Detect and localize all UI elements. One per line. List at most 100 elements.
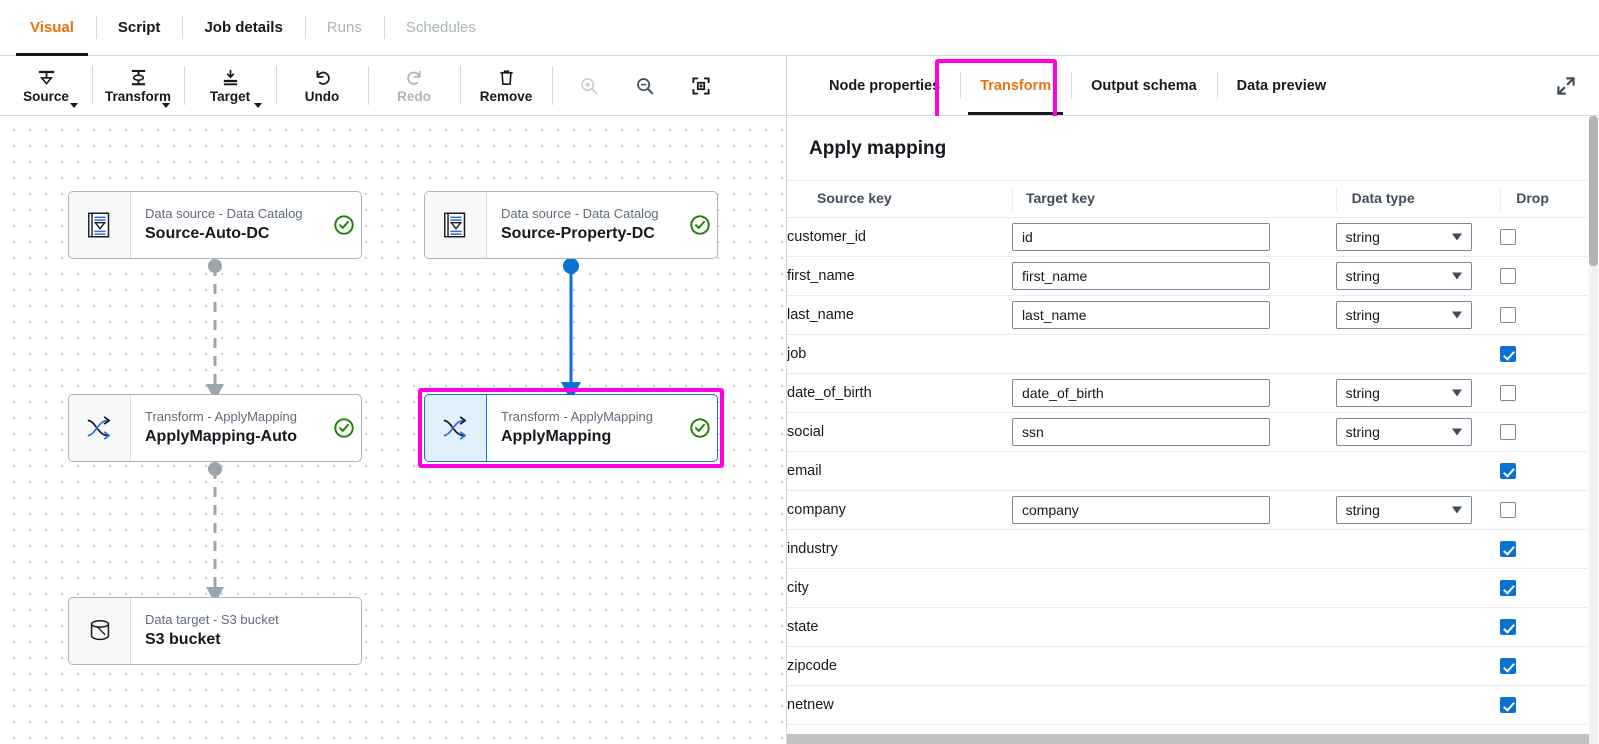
- tab-node-properties[interactable]: Node properties: [809, 56, 960, 115]
- table-row: customer_id string: [787, 217, 1588, 257]
- target-key-input[interactable]: [1011, 418, 1270, 446]
- node-title: ApplyMapping: [501, 427, 612, 445]
- target-key-input[interactable]: [1011, 301, 1270, 329]
- tab-schedules-label: Schedules: [405, 19, 476, 36]
- source-key-cell: social: [787, 412, 1012, 452]
- undo-button[interactable]: Undo: [276, 56, 368, 115]
- table-row: industry: [787, 529, 1588, 569]
- drop-checkbox[interactable]: [1500, 346, 1517, 362]
- vertical-scrollbar-thumb[interactable]: [1589, 116, 1598, 266]
- table-row: first_name string: [787, 256, 1588, 296]
- tab-job-details[interactable]: Job details: [182, 0, 304, 55]
- trash-icon: [497, 68, 516, 87]
- redo-icon: [405, 68, 424, 87]
- node-s3-bucket[interactable]: Data target - S3 bucket S3 bucket: [68, 597, 362, 665]
- node-source-auto-dc-text: Data source - Data Catalog Source-Auto-D…: [131, 192, 327, 258]
- page-title: Apply mapping: [787, 116, 1588, 180]
- tab-job-details-label: Job details: [204, 19, 283, 36]
- drop-cell: [1500, 607, 1588, 647]
- data-type-select[interactable]: string: [1335, 496, 1472, 524]
- target-key-cell: [1011, 373, 1336, 413]
- data-type-select[interactable]: string: [1335, 379, 1472, 407]
- tab-transform[interactable]: Transform: [960, 56, 1071, 115]
- remove-button[interactable]: Remove: [460, 56, 552, 115]
- data-type-cell: [1335, 451, 1501, 491]
- horizontal-scrollbar-thumb[interactable]: [787, 734, 1589, 744]
- drop-checkbox[interactable]: [1500, 268, 1517, 284]
- drop-checkbox[interactable]: [1500, 463, 1517, 479]
- column-header-target-key: Target key: [1011, 180, 1336, 218]
- node-subtitle: Data source - Data Catalog: [501, 206, 659, 222]
- node-applymapping[interactable]: Transform - ApplyMapping ApplyMapping: [424, 394, 718, 462]
- data-type-select[interactable]: string: [1335, 262, 1472, 290]
- node-source-auto-dc[interactable]: Data source - Data Catalog Source-Auto-D…: [68, 191, 362, 259]
- apply-mapping-icon: [69, 395, 131, 461]
- job-canvas[interactable]: Data source - Data Catalog Source-Auto-D…: [0, 116, 786, 744]
- target-key-cell: [1011, 295, 1336, 335]
- node-status-valid-icon: [683, 192, 717, 258]
- drop-checkbox[interactable]: [1500, 619, 1517, 635]
- drop-checkbox[interactable]: [1500, 229, 1517, 245]
- source-key-cell: job: [787, 334, 1012, 374]
- tab-output-schema[interactable]: Output schema: [1071, 56, 1217, 115]
- source-key-cell: netnew: [787, 685, 1012, 725]
- data-type-cell: string: [1335, 373, 1501, 413]
- tab-script[interactable]: Script: [95, 0, 183, 55]
- target-key-input[interactable]: [1011, 496, 1270, 524]
- panel-tab-bar: Node properties Transform Output schema …: [787, 56, 1599, 121]
- tab-data-preview-label: Data preview: [1236, 77, 1327, 94]
- drop-checkbox[interactable]: [1500, 697, 1517, 713]
- target-button-label: Target: [209, 88, 251, 104]
- mapping-table: Source key Target key Data type Drop cus…: [787, 180, 1588, 725]
- source-key-cell: email: [787, 451, 1012, 491]
- transform-button[interactable]: Transform: [92, 56, 184, 115]
- tab-script-label: Script: [117, 19, 161, 36]
- drop-checkbox[interactable]: [1500, 658, 1517, 674]
- column-header-drop: Drop: [1500, 180, 1588, 218]
- target-key-input[interactable]: [1011, 379, 1270, 407]
- details-panel: Node properties Transform Output schema …: [787, 56, 1599, 744]
- vertical-scrollbar[interactable]: [1589, 116, 1598, 744]
- node-source-property-dc[interactable]: Data source - Data Catalog Source-Proper…: [424, 191, 718, 259]
- data-catalog-icon: [69, 192, 131, 258]
- data-type-select[interactable]: string: [1335, 223, 1472, 251]
- tab-runs-label: Runs: [326, 19, 362, 36]
- node-applymapping-auto[interactable]: Transform - ApplyMapping ApplyMapping-Au…: [68, 394, 362, 462]
- target-key-input[interactable]: [1011, 223, 1270, 251]
- drop-checkbox[interactable]: [1500, 307, 1517, 323]
- drop-cell: [1500, 568, 1588, 608]
- transform-scroll-area[interactable]: Apply mapping Source key Target key Data…: [787, 116, 1599, 744]
- remove-button-label: Remove: [479, 88, 533, 104]
- data-type-select[interactable]: string: [1335, 301, 1472, 329]
- node-status-valid-icon: [683, 395, 717, 461]
- table-row: zipcode: [787, 646, 1588, 686]
- data-type-select[interactable]: string: [1335, 418, 1472, 446]
- fit-to-screen-icon[interactable]: [690, 75, 712, 97]
- drop-checkbox[interactable]: [1500, 502, 1517, 518]
- target-button[interactable]: Target: [184, 56, 276, 115]
- source-key-cell: state: [787, 607, 1012, 647]
- drop-checkbox[interactable]: [1500, 385, 1517, 401]
- tab-data-preview[interactable]: Data preview: [1216, 56, 1346, 115]
- tab-visual[interactable]: Visual: [8, 0, 96, 56]
- drop-checkbox[interactable]: [1500, 541, 1517, 557]
- canvas-toolbar: Source Transform Target Undo Redo Remove: [0, 56, 786, 116]
- target-key-input[interactable]: [1011, 262, 1270, 290]
- drop-cell: [1500, 256, 1588, 296]
- node-status-valid-icon: [327, 192, 361, 258]
- chevron-down-icon: [1451, 272, 1462, 280]
- drop-checkbox[interactable]: [1500, 580, 1517, 596]
- drop-checkbox[interactable]: [1500, 424, 1517, 440]
- node-title: Source-Auto-DC: [145, 224, 270, 242]
- redo-button-label: Redo: [397, 88, 431, 104]
- node-title: S3 bucket: [145, 630, 221, 648]
- horizontal-scrollbar[interactable]: [787, 734, 1589, 744]
- mapping-table-body: customer_idstringfirst_namestringlast_na…: [787, 217, 1588, 725]
- source-button[interactable]: Source: [0, 56, 92, 115]
- drop-cell: [1500, 217, 1588, 257]
- expand-icon[interactable]: [1555, 75, 1577, 97]
- table-row: netnew: [787, 685, 1588, 725]
- drop-cell: [1500, 412, 1588, 452]
- zoom-out-icon[interactable]: [634, 75, 656, 97]
- column-header-data-type: Data type: [1335, 180, 1501, 218]
